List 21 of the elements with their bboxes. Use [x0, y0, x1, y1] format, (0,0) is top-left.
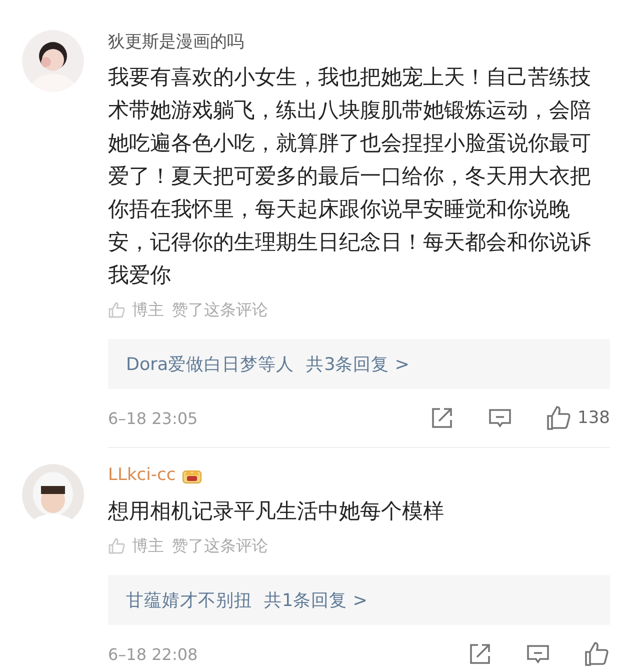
timestamp: 6–18 22:08 — [108, 644, 198, 664]
like-count: 138 — [578, 408, 610, 428]
share-icon[interactable] — [468, 642, 492, 666]
liked-note: 赞了这条评论 — [172, 536, 268, 556]
comment-text: 我要有喜欢的小女生，我也把她宠上天！自己苦练技术带她游戏躺飞，练出八块腹肌带她锻炼运动，会陪她吃遍各色小吃，就算胖了也会捏捏小脸蛋说你最可爱了！夏天把可爱多的最后一口给你，冬天用大衣把你捂在我怀里，每天起床跟你说早安睡觉和你说晚安，记得你的生理期生日纪念日！每天都会和你说诉我爱你 — [108, 63, 592, 289]
author-tag: 博主 — [132, 300, 164, 320]
share-icon[interactable] — [430, 406, 454, 430]
like-icon[interactable] — [584, 641, 610, 667]
thumbs-up-icon[interactable] — [108, 537, 126, 555]
comment-icon[interactable] — [526, 642, 550, 666]
like-icon[interactable] — [546, 405, 572, 431]
username[interactable]: LLkci-cc — [108, 465, 176, 485]
thumbs-up-icon[interactable] — [108, 301, 126, 319]
username[interactable]: 狄更斯是漫画的吗 — [108, 30, 244, 52]
liked-note: 赞了这条评论 — [172, 300, 268, 320]
author-tag: 博主 — [132, 536, 164, 556]
replies-link[interactable]: Dora爱做白日梦等人 共3条回复 > — [108, 339, 610, 389]
timestamp: 6–18 23:05 — [108, 408, 198, 428]
comment-icon[interactable] — [488, 406, 512, 430]
comment-text: 想用相机记录平凡生活中她每个模样 — [108, 497, 445, 525]
replies-link[interactable]: 甘蕴婧才不别扭 共1条回复 > — [108, 575, 610, 625]
